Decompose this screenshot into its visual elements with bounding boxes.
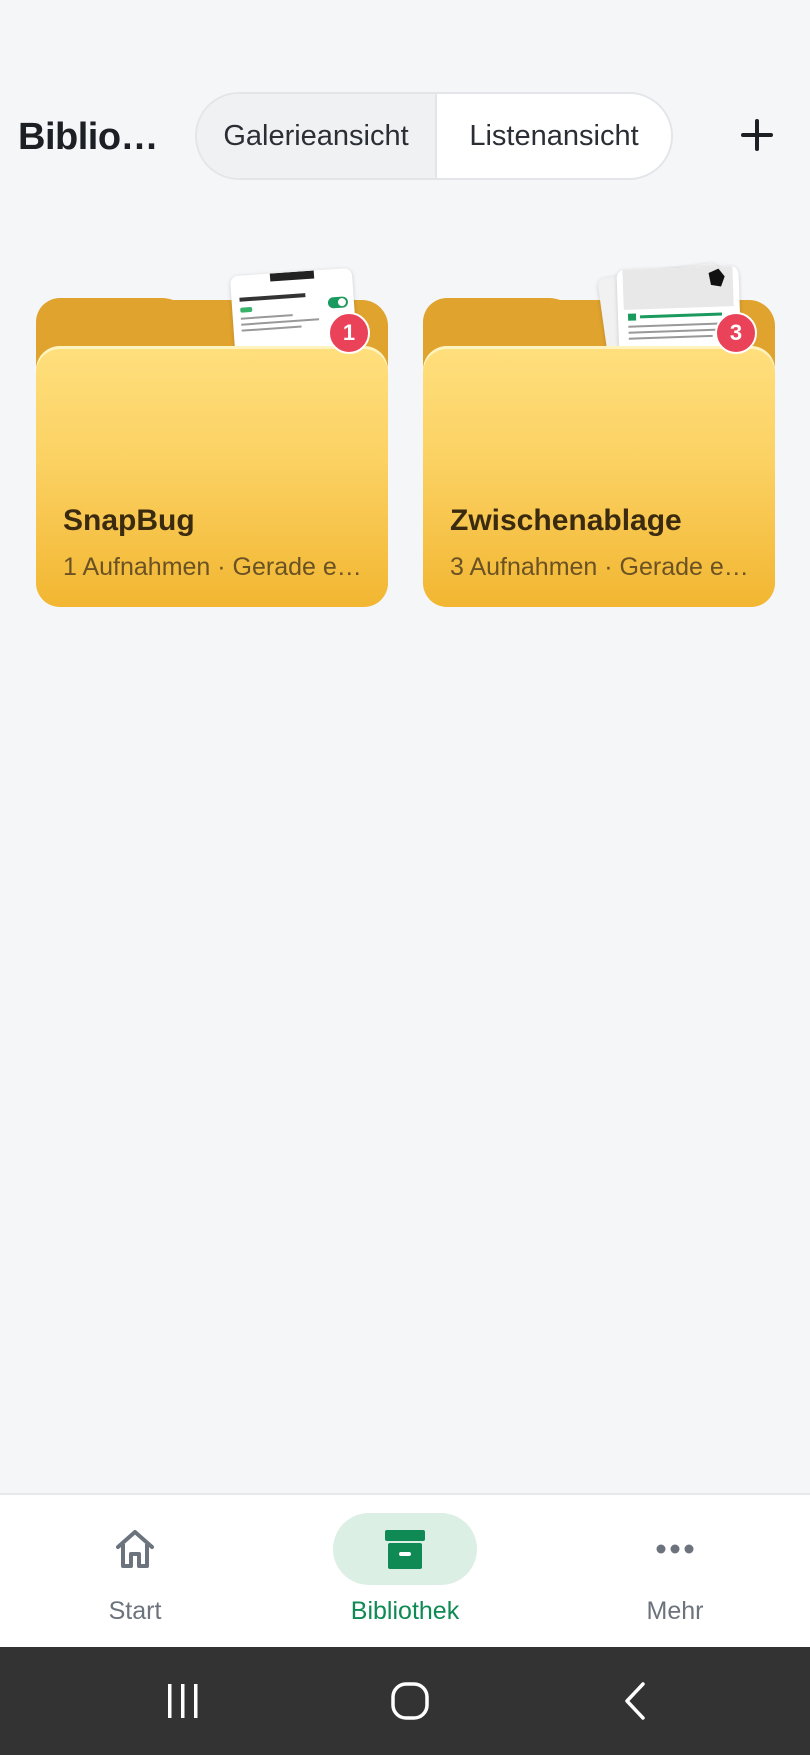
count-badge: 1	[328, 312, 370, 354]
gallery-view-button[interactable]: Galerieansicht	[197, 94, 437, 178]
recents-icon	[168, 1684, 198, 1718]
count-badge: 3	[715, 312, 757, 354]
home-icon	[116, 1530, 154, 1568]
folder-name: SnapBug	[63, 504, 195, 537]
archive-box-icon	[385, 1530, 425, 1569]
nav-start-icon-wrap	[63, 1513, 207, 1585]
nav-mehr-icon-wrap	[603, 1513, 747, 1585]
folder-zwischenablage[interactable]: 3 Zwischenablage 3 Aufnahmen · Gerade eb…	[423, 261, 775, 607]
recents-button[interactable]	[153, 1673, 213, 1729]
nav-bibliothek-icon-wrap	[333, 1513, 477, 1585]
system-home-button[interactable]	[380, 1673, 440, 1729]
home-circle-icon	[391, 1682, 429, 1720]
nav-start-label: Start	[108, 1597, 162, 1625]
nav-bibliothek[interactable]: Bibliothek	[305, 1495, 505, 1647]
nav-bibliothek-label: Bibliothek	[350, 1597, 460, 1625]
system-back-button[interactable]	[607, 1673, 667, 1729]
folder-name: Zwischenablage	[450, 504, 682, 537]
view-toggle: Galerieansicht Listenansicht	[195, 92, 673, 180]
header: Bibliothek Galerieansicht Listenansicht	[0, 0, 810, 230]
list-view-button[interactable]: Listenansicht	[437, 94, 671, 178]
folder-meta: 3 Aufnahmen · Gerade eben	[450, 553, 750, 581]
nav-mehr-label: Mehr	[646, 1597, 704, 1625]
system-nav-bar	[0, 1647, 810, 1755]
page-title: Bibliothek	[18, 116, 168, 158]
nav-mehr[interactable]: Mehr	[575, 1495, 775, 1647]
folder-snapbug[interactable]: 1 SnapBug 1 Aufnahmen · Gerade eben	[36, 262, 388, 607]
bottom-nav: Start Bibliothek Mehr	[0, 1493, 810, 1647]
back-chevron-icon	[625, 1682, 645, 1720]
nav-start[interactable]: Start	[35, 1495, 235, 1647]
add-button[interactable]	[730, 108, 784, 162]
more-dots-icon	[656, 1544, 694, 1554]
folder-meta: 1 Aufnahmen · Gerade eben	[63, 553, 363, 581]
screen: Bibliothek Galerieansicht Listenansicht	[0, 0, 810, 1755]
plus-icon	[741, 119, 773, 151]
